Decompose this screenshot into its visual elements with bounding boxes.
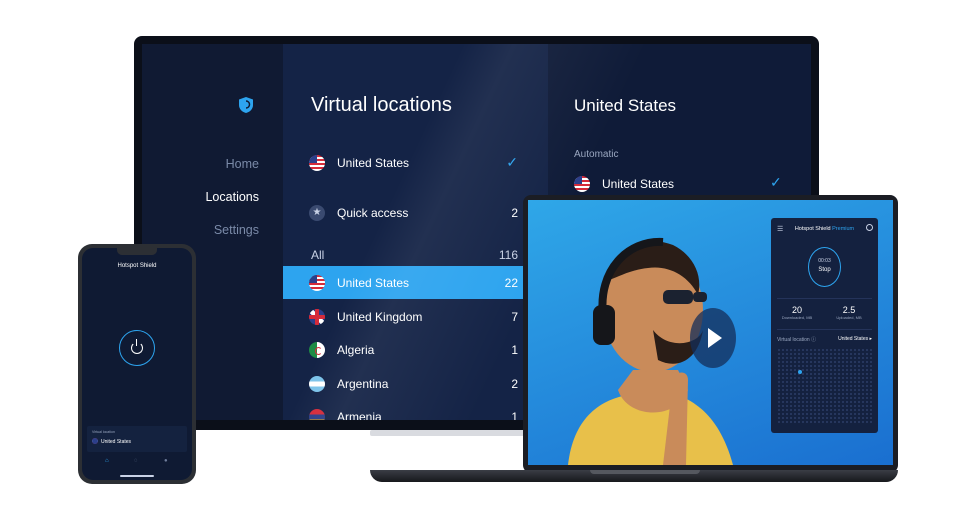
virtual-location-value[interactable]: United States ▸ <box>838 336 872 342</box>
connect-button[interactable]: 00:03 Stop <box>808 247 841 287</box>
power-icon <box>131 339 143 354</box>
list-item-count: 7 <box>511 309 518 324</box>
power-button[interactable] <box>119 330 155 366</box>
list-item-count: 1 <box>511 342 518 357</box>
automatic-option-name: United States <box>602 177 675 191</box>
page-title: Virtual locations <box>311 94 452 116</box>
us-flag-icon <box>309 274 325 291</box>
phone-app-title: Hotspot Shield <box>117 263 157 269</box>
list-item-count: 1 <box>511 409 518 421</box>
list-item-name: Argentina <box>337 376 389 391</box>
laptop-device: ☰ Hotspot Shield Premium 00:03 Stop 20 D… <box>523 195 898 473</box>
downloaded-stat: 20 Downloaded, MB <box>777 305 817 320</box>
check-icon: ✓ <box>770 174 782 190</box>
list-item[interactable]: Argentina 2 <box>283 367 526 400</box>
armenia-flag-icon <box>309 408 325 420</box>
downloaded-label: Downloaded, MB <box>781 315 813 320</box>
list-item[interactable]: Algeria 1 <box>283 333 526 366</box>
list-item[interactable]: Armenia 1 <box>283 400 526 420</box>
uploaded-label: Uploaded, MB <box>836 315 862 320</box>
location-marker-icon <box>798 370 802 374</box>
tv-location-list: Virtual locations United States ✓ ★ Quic… <box>283 44 548 420</box>
virtual-location-label: Virtual location ⓘ <box>777 337 817 343</box>
list-item-name: Armenia <box>337 409 382 421</box>
help-icon[interactable] <box>866 224 873 231</box>
current-location-name: United States <box>337 155 410 170</box>
quick-access-row[interactable]: ★ Quick access 2 <box>283 196 526 229</box>
laptop-hinge <box>590 470 700 474</box>
laptop-screen: ☰ Hotspot Shield Premium 00:03 Stop 20 D… <box>528 200 893 465</box>
divider <box>777 298 872 299</box>
list-item[interactable]: United States 22 <box>283 266 526 299</box>
tv-nav-settings[interactable]: Settings <box>214 223 259 237</box>
phone-tab-bar: ⌂ ◌ ● <box>82 458 192 470</box>
stop-label: Stop <box>818 267 831 273</box>
argentina-flag-icon <box>309 375 325 392</box>
phone-screen: Hotspot Shield Virtual location United S… <box>82 248 192 480</box>
account-tab-icon[interactable]: ● <box>164 458 168 464</box>
world-map <box>777 348 872 423</box>
quick-access-label: Quick access <box>337 205 409 220</box>
tv-nav-locations[interactable]: Locations <box>205 190 259 204</box>
virtual-location-card[interactable]: Virtual location United States <box>87 426 187 452</box>
all-count: 116 <box>498 247 518 262</box>
us-flag-icon <box>92 438 98 444</box>
tv-nav-home[interactable]: Home <box>226 157 259 171</box>
list-item-name: United Kingdom <box>337 309 423 324</box>
list-item-name: Algeria <box>337 342 375 357</box>
list-item[interactable]: United Kingdom 7 <box>283 300 526 333</box>
us-flag-icon <box>574 176 590 192</box>
us-flag-icon <box>309 154 325 171</box>
uk-flag-icon <box>309 308 325 325</box>
list-item-name: United States <box>337 275 410 290</box>
divider <box>777 329 872 330</box>
phone-notch <box>117 248 157 255</box>
locations-tab-icon[interactable]: ◌ <box>134 458 138 464</box>
card-value: United States <box>101 439 132 445</box>
app-header: Hotspot Shield Premium <box>771 226 878 232</box>
card-label: Virtual location <box>92 430 115 434</box>
app-brand: Hotspot Shield <box>794 226 831 232</box>
automatic-label: Automatic <box>574 149 619 160</box>
app-tier: Premium <box>832 226 855 232</box>
list-item-count: 22 <box>504 275 518 290</box>
downloaded-value: 20 <box>791 305 802 315</box>
list-item-count: 2 <box>511 376 518 391</box>
all-label: All <box>311 247 325 262</box>
play-button[interactable] <box>690 308 736 368</box>
home-tab-icon[interactable]: ⌂ <box>105 458 109 464</box>
shield-logo-icon <box>239 97 253 113</box>
timer-text: 00:03 <box>818 258 831 264</box>
uploaded-value: 2.5 <box>842 305 856 315</box>
check-icon: ✓ <box>506 154 518 170</box>
star-icon: ★ <box>309 204 325 221</box>
uploaded-stat: 2.5 Uploaded, MB <box>829 305 869 320</box>
phone-device: Hotspot Shield Virtual location United S… <box>78 244 196 484</box>
automatic-option[interactable]: United States <box>574 176 674 192</box>
algeria-flag-icon <box>309 341 325 358</box>
current-location-row[interactable]: United States ✓ <box>283 146 526 179</box>
detail-title: United States <box>574 96 677 115</box>
home-indicator <box>120 475 154 477</box>
vpn-app-window: ☰ Hotspot Shield Premium 00:03 Stop 20 D… <box>771 218 878 433</box>
quick-access-count: 2 <box>511 205 518 220</box>
